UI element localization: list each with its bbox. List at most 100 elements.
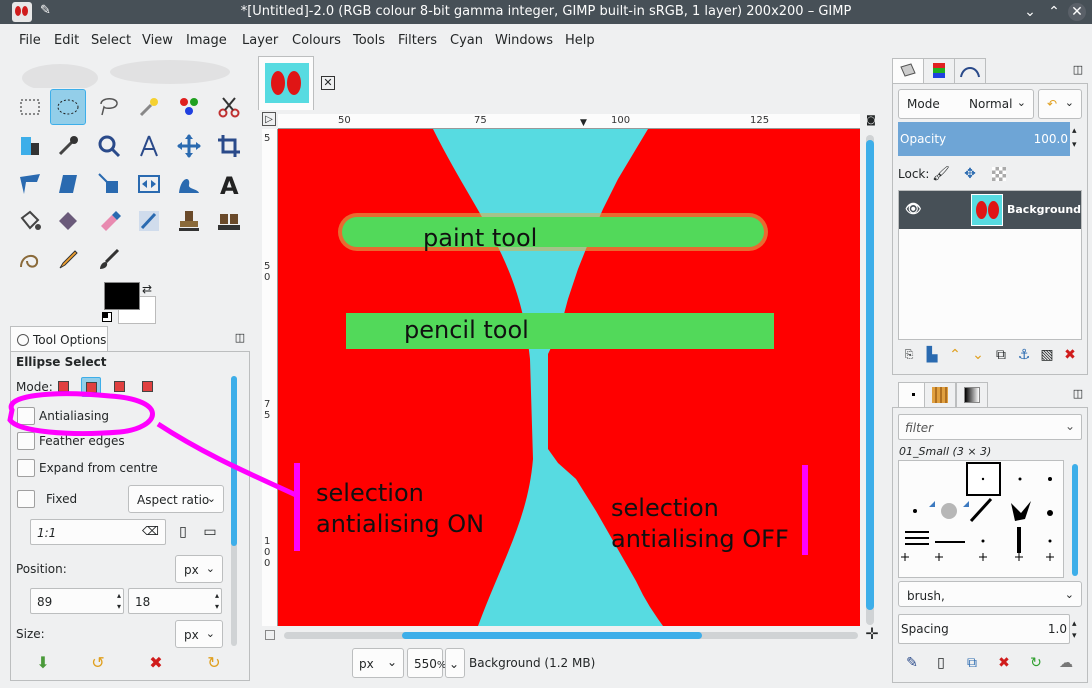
pencil-tool[interactable] — [50, 242, 86, 278]
menu-layer[interactable]: Layer — [242, 33, 278, 48]
menu-view[interactable]: View — [142, 33, 173, 48]
default-colors-icon[interactable] — [102, 312, 112, 322]
toggle-mask-icon[interactable] — [265, 630, 275, 640]
layer-mask-icon[interactable]: ▧ — [1037, 345, 1057, 365]
layer-row[interactable]: 👁 Background — [899, 191, 1081, 229]
color-picker-tool[interactable] — [50, 128, 86, 164]
menu-tools[interactable]: Tools — [353, 33, 385, 48]
rect-select-tool[interactable] — [12, 89, 48, 125]
delete-layer-icon[interactable]: ✖ — [1060, 345, 1080, 365]
flip-tool[interactable] — [131, 166, 167, 202]
spin-arrows-icon[interactable]: ▴ ▾ — [117, 590, 121, 612]
scale-tool[interactable] — [91, 166, 127, 202]
close-window-icon[interactable]: ✕ — [1068, 3, 1086, 21]
new-layer-group-icon[interactable]: ⎘ — [899, 345, 919, 365]
gradient-tool[interactable] — [50, 203, 86, 239]
crop-tool[interactable] — [211, 128, 247, 164]
minimize-icon[interactable]: ⌄ — [1020, 2, 1040, 22]
swap-colors-icon[interactable]: ⇄ — [142, 282, 152, 296]
clear-field-icon[interactable]: ⌫ — [142, 524, 159, 538]
delete-options-icon[interactable]: ✖ — [146, 653, 166, 673]
menu-edit[interactable]: Edit — [54, 33, 79, 48]
landscape-icon[interactable]: ▭ — [200, 522, 220, 542]
smudge-tool[interactable] — [131, 203, 167, 239]
eye-visibility-icon[interactable]: 👁 — [905, 202, 922, 217]
tab-patterns[interactable] — [924, 382, 956, 408]
image-canvas[interactable]: paint tool pencil tool selection antiali… — [278, 129, 860, 626]
anchor-layer-icon[interactable]: ⚓ — [1014, 345, 1034, 365]
lock-pixels-icon[interactable]: 🖌 — [931, 164, 951, 184]
tab-layers[interactable] — [892, 58, 924, 84]
menu-windows[interactable]: Windows — [495, 33, 553, 48]
brush-tag-combo[interactable]: brush, ⌄ — [898, 581, 1082, 607]
delete-brush-icon[interactable]: ✖ — [994, 653, 1014, 673]
zoom-input[interactable]: 550% — [407, 648, 446, 678]
duplicate-brush-icon[interactable]: ⧉ — [962, 653, 982, 673]
scissors-select-tool[interactable] — [211, 89, 247, 125]
measure-tool[interactable] — [131, 128, 167, 164]
shear-tool[interactable] — [50, 166, 86, 202]
quick-mask-menu-icon[interactable]: ▷ — [262, 112, 276, 126]
spacing-slider[interactable]: Spacing 1.0 — [898, 614, 1070, 644]
menu-file[interactable]: File — [19, 33, 41, 48]
lower-layer-icon[interactable]: ⌄ — [968, 345, 988, 365]
eraser-tool[interactable] — [91, 203, 127, 239]
menu-colours[interactable]: Colours — [292, 33, 341, 48]
ratio-field[interactable]: 1:1 ⌫ — [30, 519, 166, 545]
tab-gradients[interactable] — [956, 382, 988, 408]
menu-help[interactable]: Help — [565, 33, 595, 48]
free-select-tool[interactable] — [91, 89, 127, 125]
brushes-dock-menu-icon[interactable]: ◫ — [1068, 384, 1088, 404]
size-unit-combo[interactable]: px ⌄ — [175, 620, 223, 648]
menu-filters[interactable]: Filters — [398, 33, 437, 48]
duplicate-layer-icon[interactable]: ⧉ — [991, 345, 1011, 365]
menu-image[interactable]: Image — [186, 33, 227, 48]
canvas-vertical-scrollbar[interactable] — [866, 135, 874, 625]
zoom-tool[interactable] — [91, 128, 127, 164]
bucket-fill-tool[interactable] — [12, 203, 48, 239]
portrait-icon[interactable]: ▯ — [173, 522, 193, 542]
edit-brush-icon[interactable]: ✎ — [902, 653, 922, 673]
composite-mode-combo[interactable]: ↶ ⌄ — [1038, 89, 1082, 119]
clone-tool[interactable] — [171, 203, 207, 239]
layer-mode-combo[interactable]: Mode Normal ⌄ — [898, 89, 1034, 119]
tool-options-tab[interactable]: Tool Options — [10, 326, 108, 352]
close-image-icon[interactable]: ✕ — [321, 76, 335, 90]
unified-transform-tool[interactable] — [12, 166, 48, 202]
select-by-color-tool[interactable] — [171, 89, 207, 125]
paths-tool[interactable] — [12, 242, 48, 278]
unit-combo[interactable]: px ⌄ — [352, 648, 404, 678]
lock-position-icon[interactable]: ✥ — [960, 164, 980, 184]
brush-filter-input[interactable]: filter ⌄ — [898, 414, 1082, 440]
position-y-input[interactable]: 18 ▴ ▾ — [128, 588, 222, 614]
brush-grid[interactable] — [898, 460, 1064, 578]
restore-options-icon[interactable]: ↺ — [88, 653, 108, 673]
canvas-horizontal-scrollbar[interactable] — [284, 632, 858, 639]
zoom-dropdown[interactable]: ⌄ — [445, 648, 465, 678]
spin-arrows-icon[interactable]: ▴ ▾ — [215, 590, 219, 612]
raise-layer-icon[interactable]: ⌃ — [945, 345, 965, 365]
opacity-slider[interactable]: Opacity 100.0 — [898, 122, 1070, 156]
refresh-brushes-icon[interactable]: ↻ — [1026, 653, 1046, 673]
navigate-icon[interactable]: ◙ — [864, 114, 878, 128]
maximize-icon[interactable]: ⌃ — [1044, 2, 1064, 22]
brush-grid-scrollbar[interactable] — [1072, 464, 1078, 576]
paintbrush-tool[interactable] — [91, 242, 127, 278]
foreground-select-tool[interactable] — [12, 128, 48, 164]
reset-options-icon[interactable]: ↻ — [204, 653, 224, 673]
spacing-spin-icon[interactable]: ▴ ▾ — [1072, 618, 1090, 642]
foreground-color-swatch-front[interactable] — [104, 282, 140, 310]
tab-channels[interactable] — [923, 58, 955, 84]
open-brush-as-image-icon[interactable]: ☁ — [1056, 653, 1076, 673]
fuzzy-select-tool[interactable] — [131, 89, 167, 125]
lock-alpha-icon[interactable] — [992, 167, 1006, 181]
menu-cyan[interactable]: Cyan — [450, 33, 483, 48]
new-brush-icon[interactable]: ▯ — [931, 653, 951, 673]
tab-paths[interactable] — [954, 58, 986, 84]
save-options-icon[interactable]: ⬇ — [33, 653, 53, 673]
ellipse-select-tool[interactable] — [50, 89, 86, 125]
warp-transform-tool[interactable] — [171, 166, 207, 202]
text-tool[interactable]: A — [211, 166, 247, 202]
position-x-input[interactable]: 89 ▴ ▾ — [30, 588, 124, 614]
position-unit-combo[interactable]: px ⌄ — [175, 555, 223, 583]
